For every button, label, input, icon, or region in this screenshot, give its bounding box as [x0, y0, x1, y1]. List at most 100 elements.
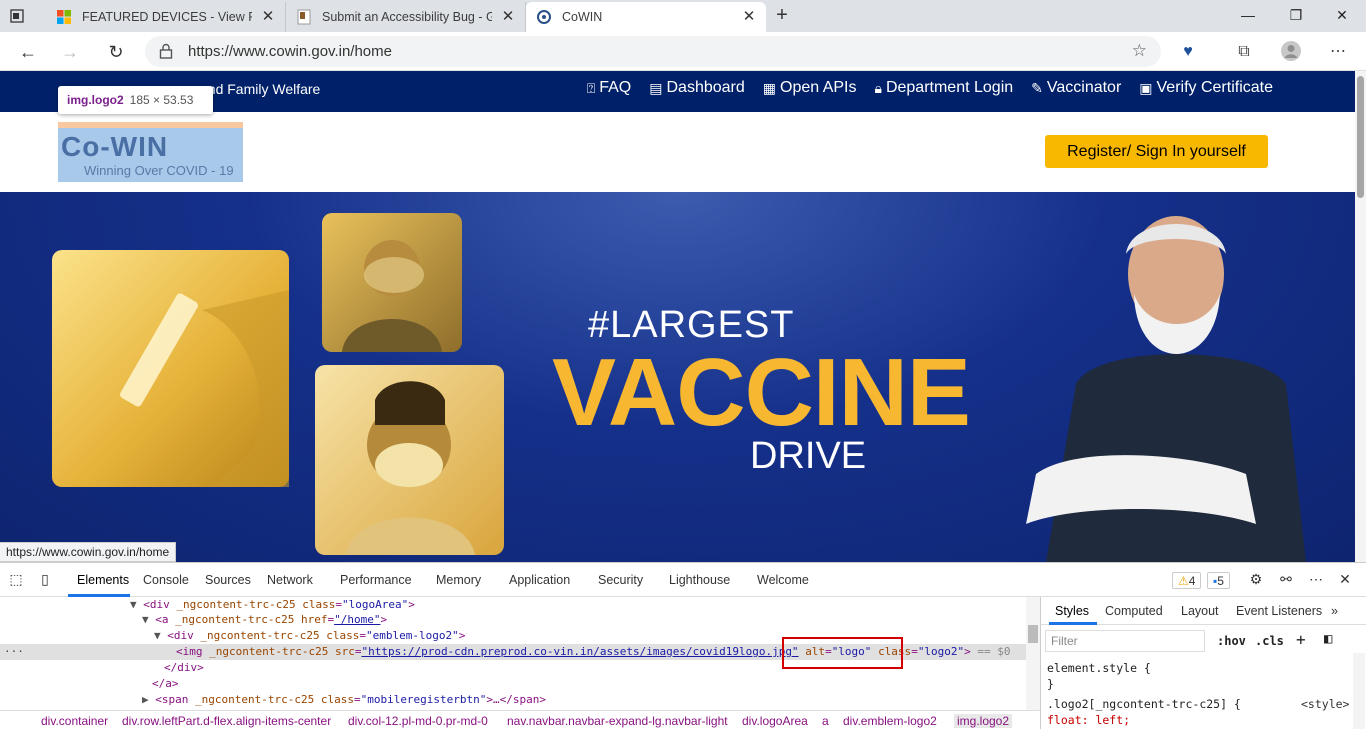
devtools-tab-console[interactable]: Console [143, 573, 189, 587]
document-icon [297, 9, 311, 25]
maximize-icon[interactable]: ❐ [1276, 4, 1316, 26]
nav-dashboard[interactable]: ▤ Dashboard [649, 79, 745, 97]
tab-cowin[interactable]: CoWIN ✕ [526, 2, 766, 32]
heart-icon[interactable]: ♥ [1176, 40, 1200, 64]
back-icon[interactable]: ← [16, 40, 40, 64]
styles-scrollbar[interactable] [1353, 653, 1365, 729]
devtools-panel: ⬚ ▯ Elements Console Sources Network Per… [0, 562, 1366, 729]
tab-featured-devices[interactable]: FEATURED DEVICES - View Prod ✕ [46, 2, 286, 32]
styles-filter-input[interactable]: Filter [1045, 630, 1205, 652]
style-rule-line: element.style { [1047, 661, 1151, 675]
warnings-count: 4 [1188, 574, 1196, 588]
style-property-line[interactable]: float: left; [1047, 713, 1130, 727]
breadcrumb-item[interactable]: nav.navbar.navbar-expand-lg.navbar-light [507, 714, 728, 728]
new-tab-icon[interactable]: + [770, 5, 794, 27]
more-menu-icon[interactable]: ⋯ [1326, 40, 1350, 64]
certificate-icon: ▣ [1139, 79, 1153, 96]
cls-toggle[interactable]: .cls [1255, 634, 1284, 648]
messages-badge[interactable]: ▪5 [1207, 572, 1230, 589]
breadcrumb-item[interactable]: div.row.leftPart.d-flex.align-items-cent… [122, 714, 331, 728]
styles-tab-computed[interactable]: Computed [1105, 604, 1163, 618]
dom-node[interactable]: </div> [164, 660, 204, 676]
devtools-tab-welcome[interactable]: Welcome [757, 573, 809, 587]
close-icon[interactable]: ✕ [740, 8, 758, 26]
minimize-icon[interactable]: — [1228, 4, 1268, 26]
breadcrumb: div.container div.row.leftPart.d-flex.al… [0, 710, 1040, 729]
dom-node[interactable]: ▼ <div _ngcontent-trc-c25 class="emblem-… [154, 628, 465, 644]
styles-tab-styles[interactable]: Styles [1055, 604, 1089, 618]
customize-icon[interactable]: ⚯ [1277, 571, 1295, 589]
expand-triangle-icon[interactable]: ▼ [130, 598, 137, 611]
style-rule-line: } [1047, 677, 1054, 691]
cowin-logo[interactable]: Co-WIN Winning Over COVID - 19 [58, 122, 243, 182]
style-source-link[interactable]: <style> [1301, 697, 1349, 711]
close-icon[interactable]: ✕ [259, 8, 277, 26]
devtools-tab-security[interactable]: Security [598, 573, 643, 587]
dashboard-icon: ▤ [649, 79, 663, 96]
breadcrumb-item[interactable]: div.container [41, 714, 108, 728]
breadcrumb-item[interactable]: div.emblem-logo2 [843, 714, 937, 728]
breadcrumb-item[interactable]: div.logoArea [742, 714, 808, 728]
ministry-label: and Family Welfare [200, 81, 321, 97]
nav-department-login[interactable]: 🔒︎ Department Login [875, 79, 1014, 97]
collections-icon[interactable]: ⧉ [1232, 40, 1256, 64]
logo-subtitle: Winning Over COVID - 19 [84, 163, 234, 178]
elements-scrollbar[interactable] [1026, 597, 1040, 710]
banner-vaccine-text: VACCINE [552, 339, 971, 446]
nav-verify-certificate[interactable]: ▣ Verify Certificate [1139, 79, 1273, 97]
breadcrumb-item[interactable]: div.col-12.pl-md-0.pr-md-0 [348, 714, 488, 728]
devtools-tab-network[interactable]: Network [267, 573, 313, 587]
devtools-tab-sources[interactable]: Sources [205, 573, 251, 587]
dom-node[interactable]: ▼ <a _ngcontent-trc-c25 href="/home"> [142, 612, 387, 628]
refresh-icon[interactable]: ↻ [104, 40, 128, 64]
dom-node[interactable]: ▶ <span _ngcontent-trc-c25 class="mobile… [142, 692, 546, 708]
settings-gear-icon[interactable]: ⚙ [1247, 571, 1265, 589]
nav-label: FAQ [599, 79, 632, 96]
warnings-badge[interactable]: ⚠4 [1172, 572, 1202, 589]
dom-node[interactable]: </a> [152, 676, 179, 692]
favorite-star-icon[interactable]: ☆ [1132, 41, 1147, 61]
device-toolbar-icon[interactable]: ▯ [36, 571, 54, 589]
address-bar[interactable]: https://www.cowin.gov.in/home ☆ [145, 36, 1161, 67]
devtools-tab-application[interactable]: Application [509, 573, 570, 587]
hov-toggle[interactable]: :hov [1217, 634, 1246, 648]
expand-triangle-icon[interactable]: ▶ [142, 693, 149, 706]
styles-tab-layout[interactable]: Layout [1181, 604, 1219, 618]
style-selector: .logo2[_ngcontent-trc-c25] { [1047, 697, 1241, 711]
node-menu-icon[interactable]: ··· [4, 644, 24, 660]
devtools-tab-lighthouse[interactable]: Lighthouse [669, 573, 730, 587]
page-scrollbar[interactable] [1355, 71, 1366, 562]
scrollbar-thumb[interactable] [1028, 625, 1038, 643]
vaccine-vial-photo [52, 250, 289, 487]
nav-faq[interactable]: ⍰ FAQ [587, 79, 631, 97]
devtools-tab-memory[interactable]: Memory [436, 573, 481, 587]
warning-icon: ⚠ [1178, 574, 1189, 588]
register-sign-in-button[interactable]: Register/ Sign In yourself [1045, 135, 1268, 168]
devtools-tab-elements[interactable]: Elements [77, 573, 129, 587]
tab-bar: FEATURED DEVICES - View Prod ✕ Submit an… [0, 0, 1366, 32]
expand-triangle-icon[interactable]: ▼ [154, 629, 161, 642]
styles-tab-event-listeners[interactable]: Event Listeners [1236, 604, 1322, 618]
dom-node[interactable]: ▼ <div _ngcontent-trc-c25 class="logoAre… [130, 597, 415, 613]
breadcrumb-item[interactable]: a [822, 714, 829, 728]
devtools-more-icon[interactable]: ⋯ [1307, 571, 1325, 589]
breadcrumb-item-selected[interactable]: img.logo2 [954, 714, 1013, 728]
toggle-sidebar-icon[interactable]: ◧ [1324, 631, 1332, 647]
tab-accessibility-bug[interactable]: Submit an Accessibility Bug - Glo ✕ [286, 2, 526, 32]
nav-open-apis[interactable]: ▦ Open APIs [763, 79, 857, 97]
profile-avatar-icon[interactable] [1279, 40, 1303, 64]
scrollbar-thumb[interactable] [1357, 76, 1364, 198]
add-rule-icon[interactable]: + [1296, 630, 1306, 649]
window-close-icon[interactable]: ✕ [1322, 4, 1362, 26]
url-text[interactable]: https://www.cowin.gov.in/home [188, 43, 392, 60]
more-tabs-icon[interactable]: » [1331, 604, 1338, 618]
expand-triangle-icon[interactable]: ▼ [142, 613, 149, 626]
nav-vaccinator[interactable]: ✎ Vaccinator [1031, 79, 1121, 97]
forward-icon[interactable]: → [58, 40, 82, 64]
inspect-element-icon[interactable]: ⬚ [7, 571, 25, 589]
face-shield-worker-photo [322, 213, 462, 352]
tab-actions-icon[interactable] [6, 6, 28, 26]
close-icon[interactable]: ✕ [499, 8, 517, 26]
devtools-close-icon[interactable]: ✕ [1336, 571, 1354, 589]
devtools-tab-performance[interactable]: Performance [340, 573, 412, 587]
